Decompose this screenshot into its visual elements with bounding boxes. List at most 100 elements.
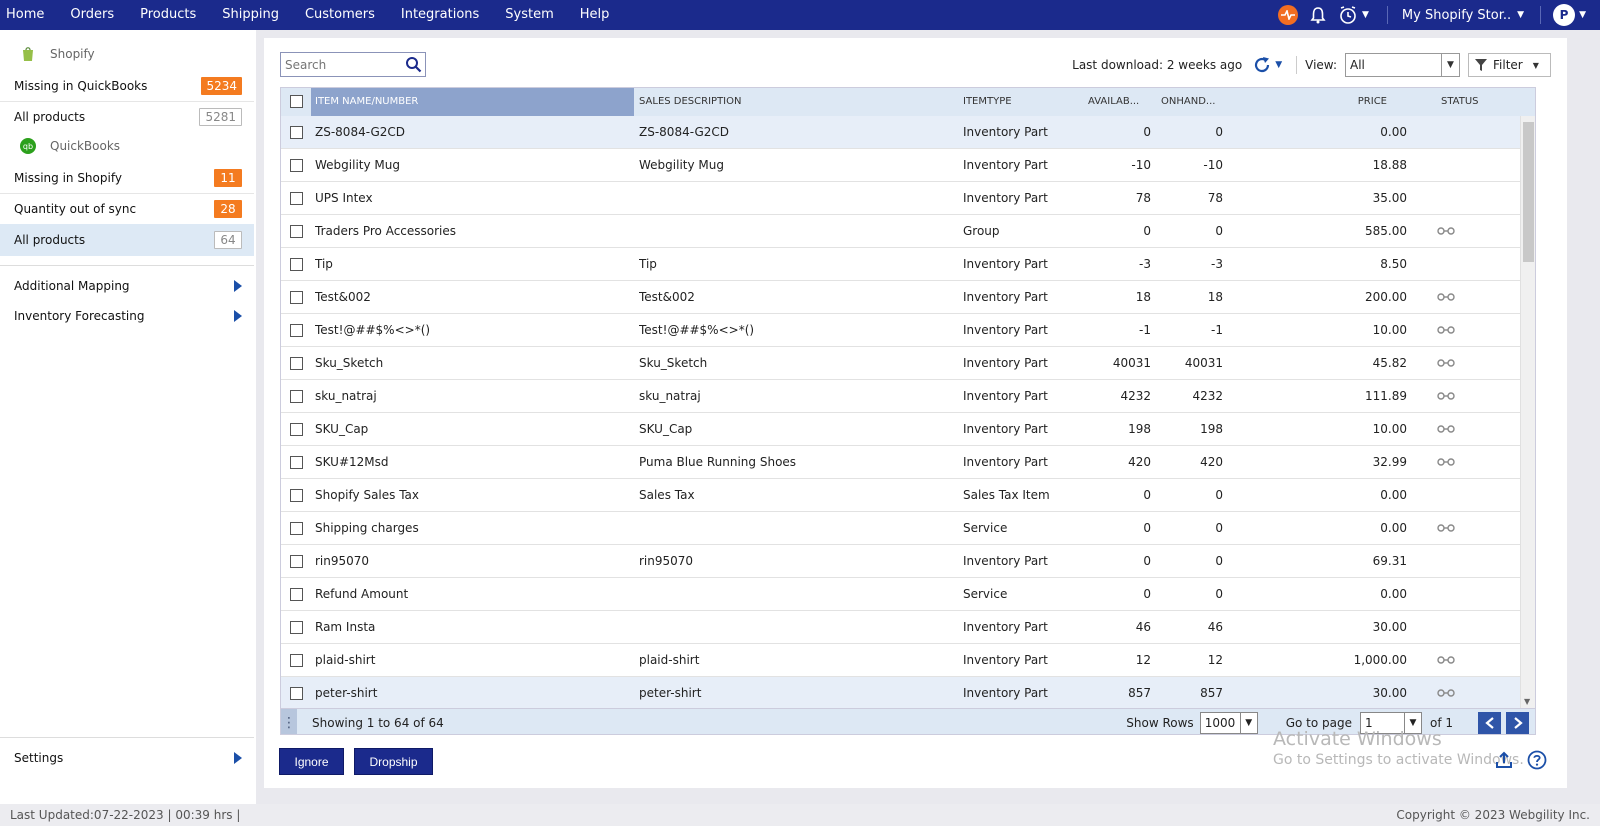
link-icon[interactable] (1437, 291, 1455, 305)
column-header-sales-description[interactable]: SALES DESCRIPTION (639, 88, 939, 116)
link-icon[interactable] (1437, 687, 1455, 701)
sidebar-item-missing-in-quickbooks[interactable]: Missing in QuickBooks 5234 (0, 70, 254, 102)
table-row[interactable]: Test!@##$%<>*() Test!@##$%<>*() Inventory … (281, 314, 1535, 347)
dropship-button[interactable]: Dropship (354, 748, 433, 775)
bell-icon[interactable] (1310, 0, 1326, 30)
link-icon[interactable] (1437, 522, 1455, 536)
link-icon[interactable] (1437, 357, 1455, 371)
sidebar-item-quantity-out-of-sync[interactable]: Quantity out of sync 28 (0, 193, 254, 225)
row-checkbox[interactable] (290, 654, 303, 667)
sidebar-item-additional-mapping[interactable]: Additional Mapping (0, 270, 254, 302)
table-row[interactable]: Shopify Sales Tax Sales Tax Sales Tax Item… (281, 479, 1535, 512)
sidebar-item-all-products-quickbooks[interactable]: All products 64 (0, 224, 254, 256)
table-row[interactable]: peter-shirt peter-shirt Inventory Part 857 8… (281, 677, 1535, 710)
column-header-available[interactable]: AVAILAB... (1088, 88, 1155, 116)
refresh-icon[interactable]: ▼ (1252, 55, 1282, 75)
table-row[interactable]: Tip Tip Inventory Part -3 -3 8.50 (281, 248, 1535, 281)
table-row[interactable]: Refund Amount Service 0 0 0.00 (281, 578, 1535, 611)
table-row[interactable]: Traders Pro Accessories Group 0 0 585.00 (281, 215, 1535, 248)
sidebar-item-inventory-forecasting[interactable]: Inventory Forecasting (0, 300, 254, 332)
table-row[interactable]: rin95070 rin95070 Inventory Part 0 0 69.31 (281, 545, 1535, 578)
nav-customers[interactable]: Customers (292, 0, 388, 30)
table-row[interactable]: sku_natraj sku_natraj Inventory Part 4232 42… (281, 380, 1535, 413)
link-icon[interactable] (1437, 324, 1455, 338)
item-name-cell: UPS Intex (315, 191, 373, 205)
row-checkbox[interactable] (290, 324, 303, 337)
table-row[interactable]: SKU_Cap SKU_Cap Inventory Part 198 198 10.00 (281, 413, 1535, 446)
search-input[interactable] (281, 53, 401, 76)
row-checkbox[interactable] (290, 489, 303, 502)
scrollbar-thumb[interactable] (1523, 122, 1534, 262)
sidebar-item-label: Missing in Shopify (14, 170, 122, 185)
row-checkbox[interactable] (290, 291, 303, 304)
row-checkbox[interactable] (290, 687, 303, 700)
table-row[interactable]: Sku_Sketch Sku_Sketch Inventory Part 40031 4… (281, 347, 1535, 380)
quickbooks-section-header: qb QuickBooks (0, 130, 120, 161)
nav-orders[interactable]: Orders (57, 0, 127, 30)
sales-description-cell: rin95070 (639, 554, 694, 568)
scroll-down-icon[interactable]: ▼ (1524, 697, 1530, 706)
row-checkbox[interactable] (290, 159, 303, 172)
table-row[interactable]: SKU#12Msd Puma Blue Running Shoes Inventor… (281, 446, 1535, 479)
table-row[interactable]: Webgility Mug Webgility Mug Inventory Part… (281, 149, 1535, 182)
link-icon[interactable] (1437, 456, 1455, 470)
row-checkbox[interactable] (290, 192, 303, 205)
row-checkbox[interactable] (290, 390, 303, 403)
row-checkbox[interactable] (290, 555, 303, 568)
nav-integrations[interactable]: Integrations (388, 0, 492, 30)
chevron-down-icon[interactable]: ▼ (1517, 10, 1524, 20)
row-checkbox[interactable] (290, 225, 303, 238)
help-icon[interactable] (1527, 750, 1547, 773)
sidebar-item-all-products-shopify[interactable]: All products 5281 (0, 101, 254, 133)
available-cell: 198 (1128, 422, 1151, 436)
chevron-down-icon[interactable]: ▼ (1275, 60, 1282, 70)
column-header-price[interactable]: PRICE (1301, 88, 1387, 116)
link-icon[interactable] (1437, 423, 1455, 437)
nav-system[interactable]: System (492, 0, 566, 30)
nav-home[interactable]: Home (0, 0, 57, 30)
row-checkbox[interactable] (290, 357, 303, 370)
row-checkbox[interactable] (290, 588, 303, 601)
link-icon[interactable] (1437, 225, 1455, 239)
link-icon[interactable] (1437, 654, 1455, 668)
select-all-checkbox[interactable] (290, 95, 303, 108)
vertical-scrollbar[interactable]: ▼ (1520, 116, 1535, 708)
table-row[interactable]: Ram Insta Inventory Part 46 46 30.00 (281, 611, 1535, 644)
table-row[interactable]: ZS-8084-G2CD ZS-8084-G2CD Inventory Part 0 0… (281, 116, 1535, 149)
column-header-itemtype[interactable]: ITEMTYPE (963, 88, 1083, 116)
heartbeat-icon[interactable] (1277, 0, 1298, 30)
nav-shipping[interactable]: Shipping (209, 0, 292, 30)
drag-handle-icon[interactable]: ⋮ (281, 709, 297, 734)
alarm-clock-icon[interactable]: ▼ (1338, 0, 1373, 30)
column-header-status[interactable]: STATUS (1441, 88, 1501, 116)
item-name-cell: Tip (315, 257, 333, 271)
row-checkbox[interactable] (290, 522, 303, 535)
column-header-onhand[interactable]: ONHAND... (1161, 88, 1227, 116)
show-rows-select[interactable]: 1000 ▼ (1199, 712, 1258, 734)
row-checkbox[interactable] (290, 456, 303, 469)
row-checkbox[interactable] (290, 258, 303, 271)
upload-icon[interactable] (1495, 751, 1513, 772)
table-row[interactable]: plaid-shirt plaid-shirt Inventory Part 12 12… (281, 644, 1535, 677)
store-selector[interactable]: My Shopify Stor.. (1396, 8, 1517, 23)
avatar[interactable]: P (1553, 4, 1576, 26)
column-header-item-name[interactable]: ITEM NAME/NUMBER (311, 88, 634, 116)
row-checkbox[interactable] (290, 126, 303, 139)
table-row[interactable]: Test&002 Test&002 Inventory Part 18 18 200.00 (281, 281, 1535, 314)
nav-products[interactable]: Products (127, 0, 209, 30)
chevron-down-icon[interactable]: ▼ (1579, 10, 1586, 20)
row-checkbox[interactable] (290, 423, 303, 436)
view-select[interactable]: All ▼ (1345, 53, 1460, 77)
table-row[interactable]: UPS Intex Inventory Part 78 78 35.00 (281, 182, 1535, 215)
filter-button[interactable]: Filter ▼ (1468, 53, 1551, 77)
filter-label: Filter (1493, 58, 1523, 72)
nav-help[interactable]: Help (567, 0, 623, 30)
link-icon[interactable] (1437, 390, 1455, 404)
sidebar-item-settings[interactable]: Settings (0, 742, 254, 774)
row-checkbox[interactable] (290, 621, 303, 634)
sidebar-item-missing-in-shopify[interactable]: Missing in Shopify 11 (0, 162, 254, 194)
ignore-button[interactable]: Ignore (279, 748, 344, 775)
table-row[interactable]: Shipping charges Service 0 0 0.00 (281, 512, 1535, 545)
sales-description-cell (639, 578, 959, 610)
search-icon[interactable] (405, 56, 422, 76)
